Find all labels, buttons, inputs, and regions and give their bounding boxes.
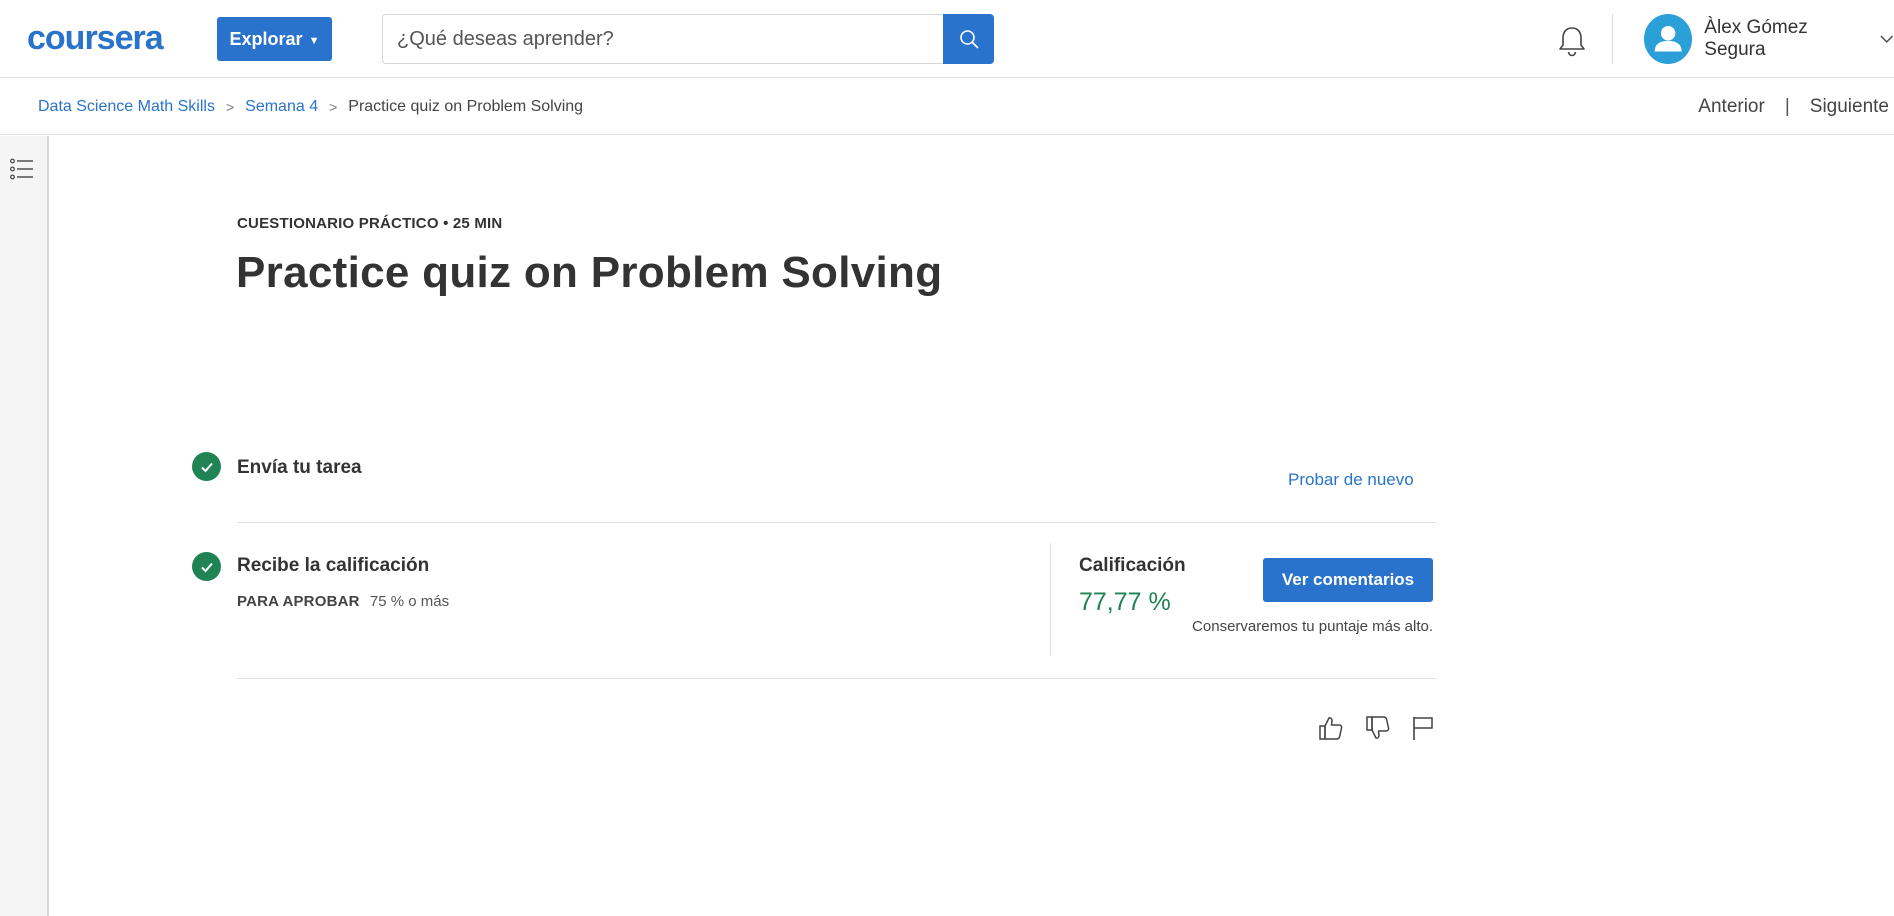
breadcrumb-bar: Data Science Math Skills > Semana 4 > Pr… <box>0 79 1894 135</box>
user-icon <box>1654 25 1682 52</box>
list-menu-icon[interactable] <box>10 158 34 180</box>
previous-link[interactable]: Anterior <box>1698 96 1765 118</box>
coursera-logo-text: coursera <box>27 20 165 56</box>
explore-button[interactable]: Explorar ▼ <box>217 17 332 61</box>
retry-link[interactable]: Probar de nuevo <box>1288 470 1414 490</box>
submit-step-title: Envía tu tarea <box>237 457 362 478</box>
pass-requirement: PARA APROBAR 75 % o más <box>237 593 449 610</box>
user-menu[interactable]: Àlex Gómez Segura <box>1644 14 1894 64</box>
search-box <box>382 14 994 64</box>
breadcrumb: Data Science Math Skills > Semana 4 > Pr… <box>38 79 583 135</box>
chevron-down-icon <box>1879 35 1893 43</box>
flag-icon[interactable] <box>1408 713 1438 743</box>
header-divider <box>1612 14 1613 64</box>
check-icon <box>192 552 221 581</box>
explore-label: Explorar <box>229 28 303 49</box>
item-meta: CUESTIONARIO PRÁCTICO • 25 MIN <box>237 215 503 232</box>
breadcrumb-current: Practice quiz on Problem Solving <box>348 98 584 115</box>
divider <box>237 678 1437 679</box>
breadcrumb-separator: > <box>329 99 338 115</box>
pass-value: 75 % o más <box>369 593 450 610</box>
grade-label: Calificación <box>1079 555 1186 576</box>
search-input[interactable] <box>383 15 943 63</box>
view-feedback-button[interactable]: Ver comentarios <box>1263 558 1433 602</box>
user-name: Àlex Gómez Segura <box>1704 17 1808 60</box>
check-icon <box>192 452 221 481</box>
left-rail <box>0 136 49 916</box>
divider <box>237 522 1437 523</box>
next-link[interactable]: Siguiente <box>1810 96 1889 118</box>
nav-separator: | <box>1784 96 1790 117</box>
bell-icon[interactable] <box>1556 24 1588 58</box>
chevron-down-icon: ▼ <box>308 34 320 47</box>
top-header: coursera Explorar ▼ Àlex Gómez Segura <box>0 0 1894 78</box>
coursera-logo[interactable]: coursera <box>27 20 189 56</box>
breadcrumb-week[interactable]: Semana 4 <box>245 98 318 116</box>
highest-score-note: Conservaremos tu puntaje más alto. <box>1192 618 1433 635</box>
search-icon <box>959 30 978 49</box>
grade-divider <box>1050 543 1051 656</box>
grade-step-title: Recibe la calificación <box>237 555 430 576</box>
page-title: Practice quiz on Problem Solving <box>236 248 943 297</box>
grade-value: 77,77 % <box>1079 588 1171 616</box>
avatar <box>1644 14 1693 64</box>
item-navigation: Anterior | Siguiente <box>1698 79 1889 135</box>
thumbs-up-icon[interactable] <box>1316 713 1346 743</box>
thumbs-down-icon[interactable] <box>1363 713 1393 743</box>
search-button[interactable] <box>943 14 994 64</box>
breadcrumb-separator: > <box>225 99 235 115</box>
breadcrumb-course[interactable]: Data Science Math Skills <box>38 98 215 116</box>
pass-label: PARA APROBAR <box>237 593 360 610</box>
